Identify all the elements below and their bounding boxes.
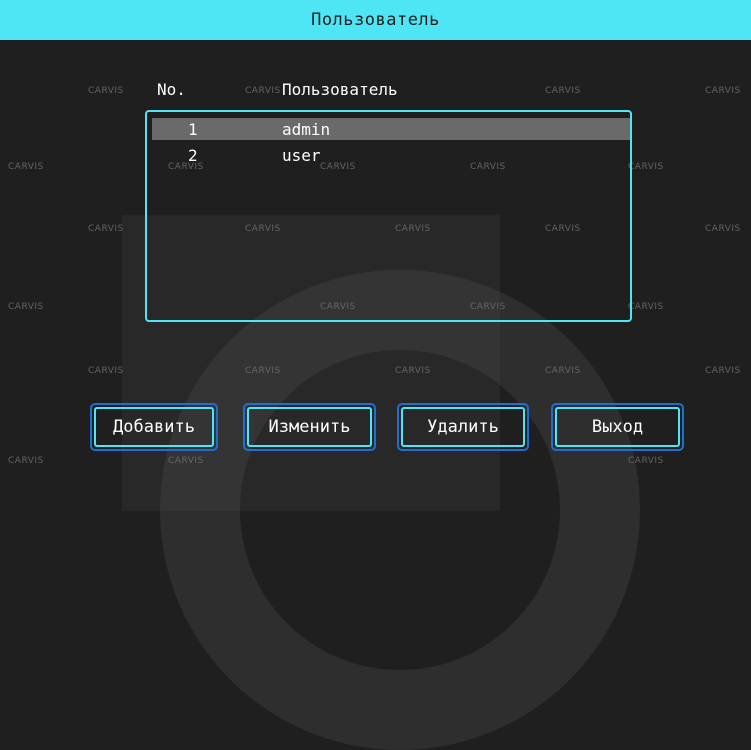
delete-button-label: Удалить <box>401 407 525 447</box>
user-name: admin <box>282 119 331 139</box>
watermark-background-circle <box>160 270 640 750</box>
add-button[interactable]: Добавить <box>90 403 218 451</box>
add-button-label: Добавить <box>94 407 214 447</box>
watermark-logo: CARVIS <box>245 86 281 96</box>
user-list-item[interactable]: 2 user <box>152 144 630 166</box>
exit-button-label: Выход <box>555 407 680 447</box>
watermark-logo: CARVIS <box>168 456 204 466</box>
user-list-item[interactable]: 1 admin <box>152 118 630 140</box>
watermark-logo: CARVIS <box>545 366 581 376</box>
column-header-no: No. <box>157 80 186 99</box>
watermark-logo: CARVIS <box>8 302 44 312</box>
user-list[interactable]: 1 admin 2 user <box>145 110 632 322</box>
watermark-logo: CARVIS <box>705 86 741 96</box>
watermark-logo: CARVIS <box>88 366 124 376</box>
watermark-logo: CARVIS <box>628 162 664 172</box>
title-bar: Пользователь <box>0 0 751 40</box>
watermark-logo: CARVIS <box>705 366 741 376</box>
watermark-logo: CARVIS <box>628 456 664 466</box>
watermark-logo: CARVIS <box>545 86 581 96</box>
page-title: Пользователь <box>311 10 440 30</box>
watermark-logo: CARVIS <box>88 86 124 96</box>
column-header-user: Пользователь <box>282 80 398 99</box>
edit-button-label: Изменить <box>247 407 372 447</box>
delete-button[interactable]: Удалить <box>397 403 529 451</box>
watermark-logo: CARVIS <box>705 224 741 234</box>
exit-button[interactable]: Выход <box>551 403 684 451</box>
watermark-logo: CARVIS <box>8 162 44 172</box>
user-number: 2 <box>188 145 198 165</box>
watermark-logo: CARVIS <box>88 224 124 234</box>
watermark-logo: CARVIS <box>245 366 281 376</box>
watermark-logo: CARVIS <box>628 302 664 312</box>
user-number: 1 <box>188 119 198 139</box>
watermark-logo: CARVIS <box>395 366 431 376</box>
watermark-logo: CARVIS <box>8 456 44 466</box>
user-name: user <box>282 145 321 165</box>
edit-button[interactable]: Изменить <box>243 403 376 451</box>
